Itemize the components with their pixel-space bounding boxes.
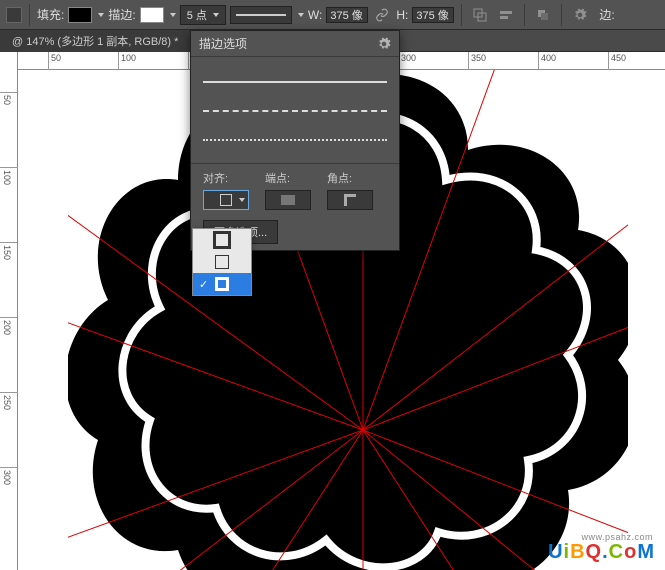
corner-miter-icon [344, 194, 356, 206]
width-input[interactable] [326, 7, 368, 23]
check-icon: ✓ [199, 278, 209, 291]
corners-dropdown-button[interactable] [327, 190, 373, 210]
gear-icon[interactable] [569, 5, 591, 25]
corners-label: 角点: [327, 170, 373, 186]
dotted-stroke-icon[interactable] [203, 139, 387, 141]
separator [461, 4, 462, 26]
gear-icon[interactable] [377, 37, 391, 51]
solid-line-icon [236, 14, 286, 16]
options-toolbar: 填充: 描边: 5 点 W: H: 边: [0, 0, 665, 30]
divider [191, 163, 399, 164]
document-tab[interactable]: @ 147% (多边形 1 副本, RGB/8) * [0, 30, 191, 52]
dashed-stroke-icon[interactable] [203, 110, 387, 112]
align-dropdown-list: ✓ ✓ ✓ [192, 228, 252, 296]
path-operations-icon[interactable] [469, 5, 491, 25]
align-option-center[interactable]: ✓ [193, 251, 251, 273]
stroke-width-input[interactable]: 5 点 [180, 5, 226, 25]
chevron-down-icon[interactable] [98, 13, 104, 17]
stroke-style-dropdown[interactable] [230, 6, 292, 24]
stroke-swatch[interactable] [140, 7, 164, 23]
align-option-inside[interactable]: ✓ [193, 273, 251, 295]
solid-stroke-icon[interactable] [203, 81, 387, 83]
caps-dropdown-button[interactable] [265, 190, 311, 210]
align-dropdown-button[interactable] [203, 190, 249, 210]
align-label: 对齐: [203, 170, 249, 186]
align-outside-icon [220, 194, 232, 206]
separator [29, 4, 30, 26]
chevron-down-icon[interactable] [298, 13, 304, 17]
align-center-icon [215, 255, 229, 269]
align-outside-icon [215, 233, 229, 247]
separator [524, 4, 525, 26]
tab-title: @ 147% (多边形 1 副本, RGB/8) * [12, 36, 178, 48]
stroke-type-preview[interactable] [203, 67, 387, 155]
watermark: UiBQ.CoM [548, 541, 655, 564]
stroke-options-panel: 描边选项 对齐: 端点: [190, 30, 400, 251]
ruler-vertical: 50100150200250300 [0, 52, 18, 570]
stroke-width-value: 5 点 [187, 7, 207, 23]
align-option-outside[interactable]: ✓ [193, 229, 251, 251]
separator [561, 4, 562, 26]
chevron-down-icon[interactable] [213, 13, 219, 17]
panel-header[interactable]: 描边选项 [191, 31, 399, 57]
height-label: H: [396, 8, 408, 22]
chevron-down-icon[interactable] [170, 13, 176, 17]
panel-title: 描边选项 [199, 35, 247, 52]
cap-butt-icon [281, 195, 295, 205]
fill-swatch[interactable] [68, 7, 92, 23]
caps-label: 端点: [265, 170, 311, 186]
link-icon[interactable] [372, 5, 392, 25]
height-input[interactable] [412, 7, 454, 23]
align-icon[interactable] [495, 5, 517, 25]
edge-label: 边: [599, 6, 614, 23]
arrange-icon[interactable] [532, 5, 554, 25]
fill-label: 填充: [37, 6, 64, 23]
width-label: W: [308, 8, 322, 22]
align-inside-icon [215, 277, 229, 291]
stroke-label: 描边: [108, 6, 135, 23]
tool-icon[interactable] [6, 7, 22, 23]
chevron-down-icon [239, 198, 245, 202]
